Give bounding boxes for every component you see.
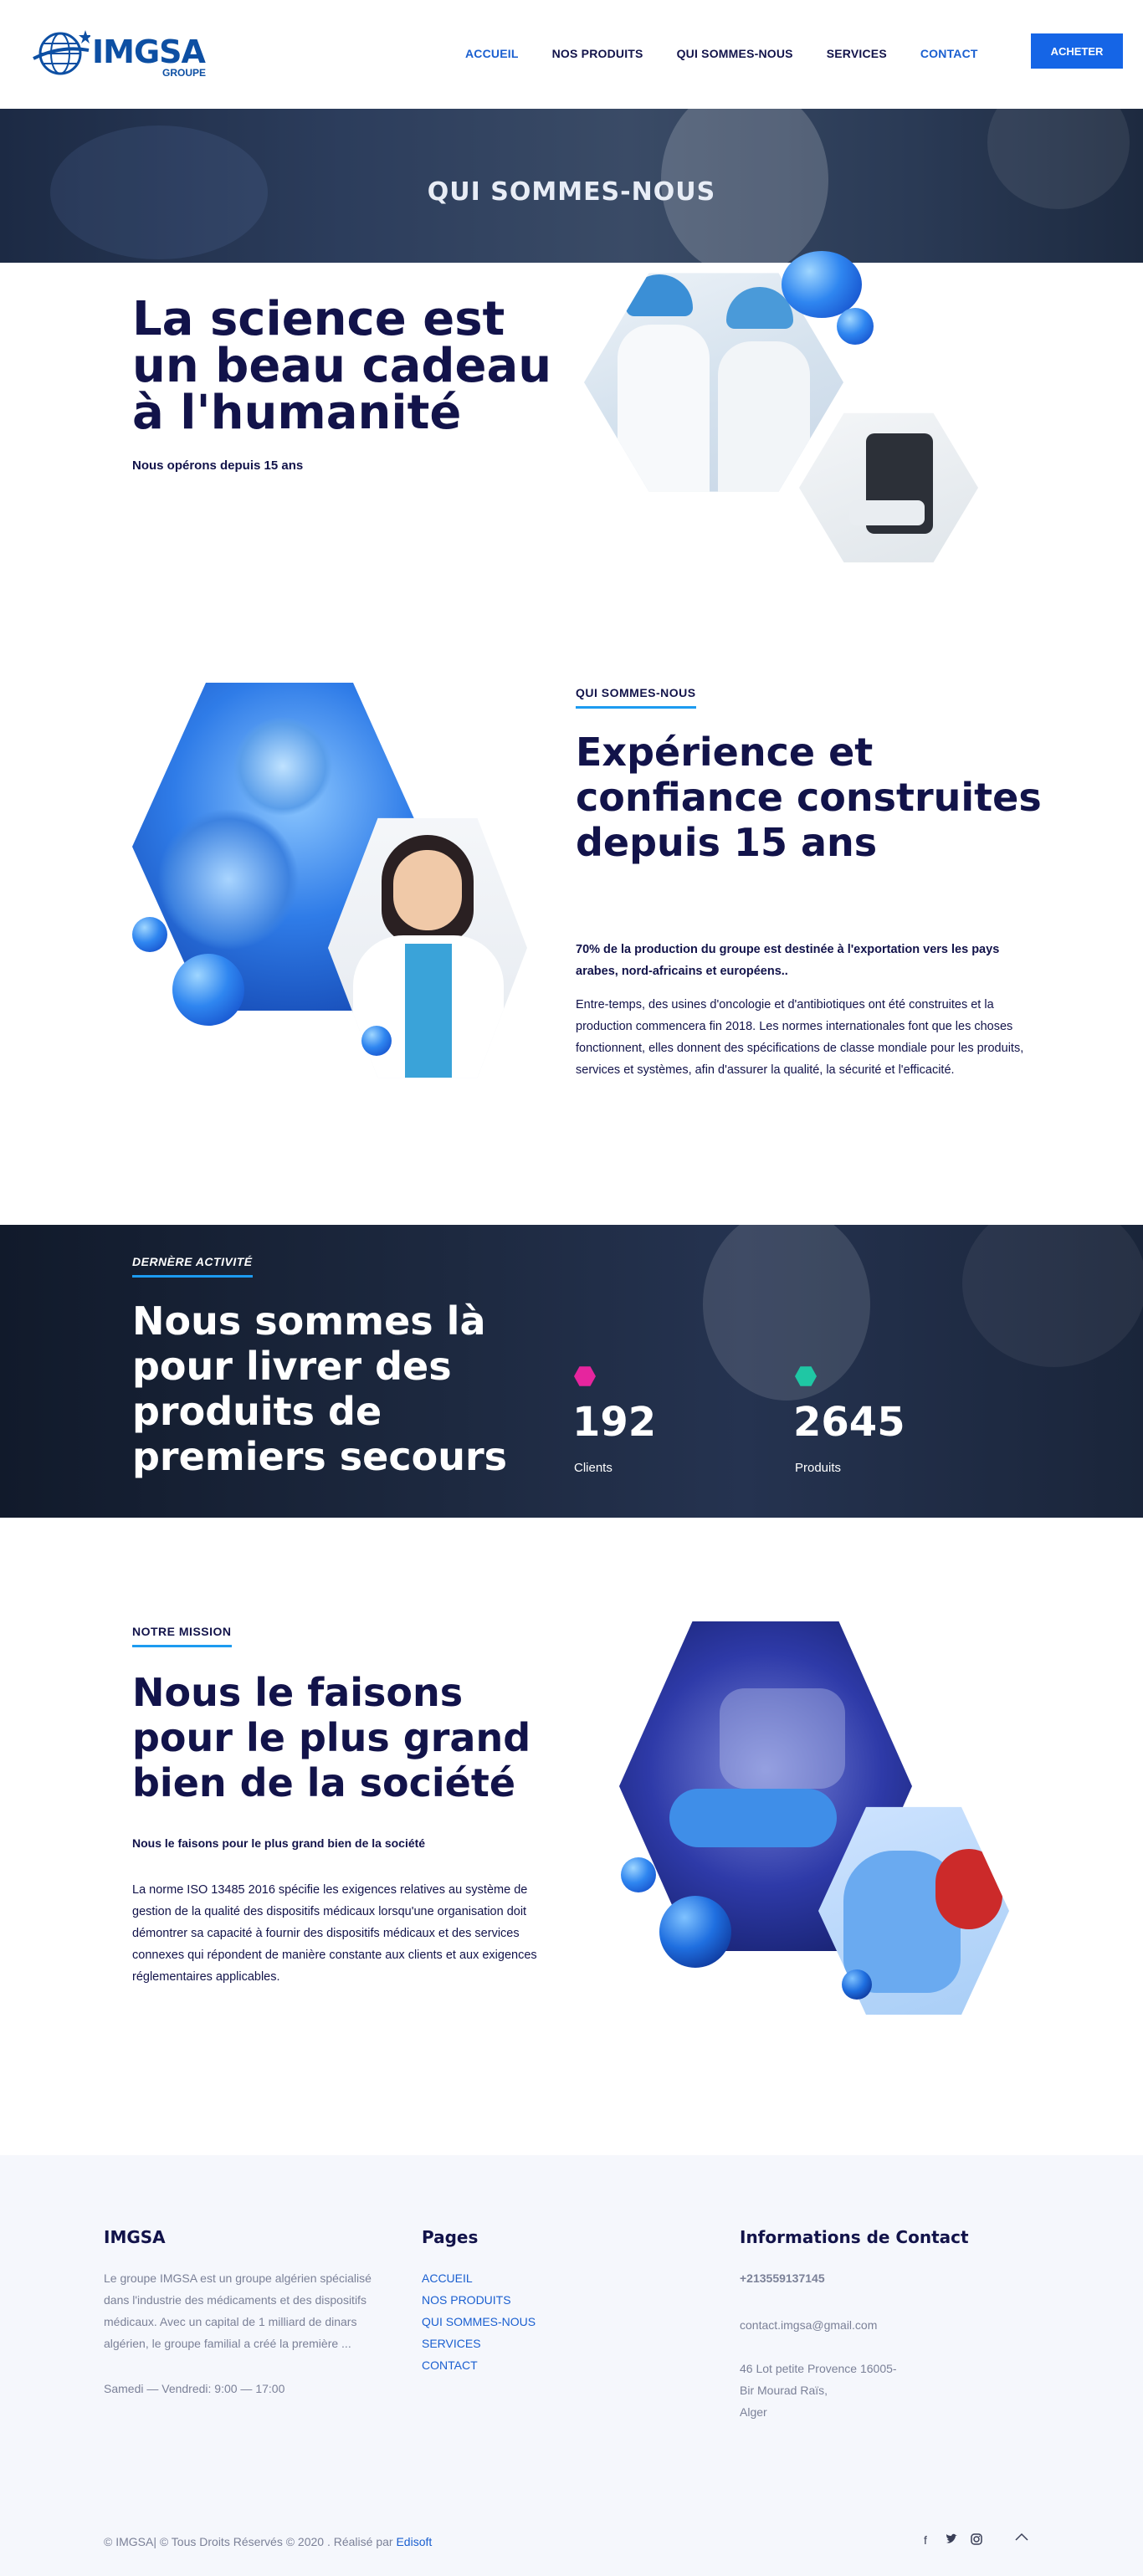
about-eyebrow: QUI SOMMES-NOUS — [576, 686, 696, 709]
nav-item-contact[interactable]: CONTACT — [920, 47, 978, 60]
footer-address-line1: 46 Lot petite Provence 16005- — [740, 2362, 897, 2375]
credit-link[interactable]: Edisoft — [396, 2535, 432, 2548]
scientist-cap — [626, 274, 693, 316]
activity-title: Nous sommes là pour livrer des produits … — [132, 1298, 508, 1479]
footer-link-qui-sommes-nous[interactable]: QUI SOMMES-NOUS — [422, 2311, 536, 2333]
footer-link-services[interactable]: SERVICES — [422, 2333, 536, 2354]
footer-link-nos-produits[interactable]: NOS PRODUITS — [422, 2289, 536, 2311]
page: IMGSA GROUPE ACCUEIL NOS PRODUITS QUI SO… — [0, 0, 1143, 2576]
band-decor-shape — [962, 1225, 1143, 1367]
nav-item-nos-produits[interactable]: NOS PRODUITS — [552, 47, 643, 60]
globe-icon — [33, 30, 92, 75]
logo-subtitle: GROUPE — [162, 67, 207, 79]
nav-item-accueil[interactable]: ACCUEIL — [465, 47, 519, 60]
twitter-icon[interactable] — [946, 2533, 957, 2548]
decor-sphere — [837, 308, 874, 345]
footer-about-text: Le groupe IMGSA est un groupe algérien s… — [104, 2271, 372, 2350]
decor-sphere — [132, 917, 167, 952]
activity-eyebrow: DERNÈRE ACTIVITÉ — [132, 1255, 253, 1278]
stat-hex-icon — [574, 1366, 596, 1386]
footer-hours: Samedi — Vendredi: 9:00 — 17:00 — [104, 2382, 285, 2395]
stat-clients-value: 192 — [572, 1399, 657, 1446]
doctor-face — [393, 850, 462, 930]
copyright: © IMGSA| © Tous Droits Réservés © 2020 .… — [104, 2535, 432, 2548]
page-title: QUI SOMMES-NOUS — [427, 177, 716, 207]
footer-link-accueil[interactable]: ACCUEIL — [422, 2267, 536, 2289]
about-title: Expérience et confiance construites depu… — [576, 730, 1042, 865]
footer-email[interactable]: contact.imgsa@gmail.com — [740, 2314, 877, 2336]
decor-sphere — [172, 954, 244, 1026]
mission-body: La norme ISO 13485 2016 spécifie les exi… — [132, 1883, 537, 1984]
about-lead: 70% de la production du groupe est desti… — [576, 943, 1000, 978]
nav-item-services[interactable]: SERVICES — [827, 47, 887, 60]
page-banner: QUI SOMMES-NOUS — [0, 109, 1143, 263]
lab-equipment — [720, 1688, 845, 1789]
hero-title: La science est un beau cadeau à l'humani… — [132, 292, 552, 440]
cell-shape — [233, 716, 333, 817]
stat-products-value: 2645 — [793, 1399, 905, 1446]
petri-dish — [935, 1849, 1002, 1929]
gloved-hands — [669, 1789, 837, 1847]
footer-phone[interactable]: +213559137145 — [740, 2267, 825, 2289]
footer-col3-title: Informations de Contact — [740, 2227, 969, 2247]
doctor-scrubs — [405, 944, 452, 1078]
decor-sphere — [842, 1969, 872, 2000]
stat-clients-label: Clients — [574, 1461, 613, 1475]
activity-band: DERNÈRE ACTIVITÉ Nous sommes là pour liv… — [0, 1225, 1143, 1518]
footer-address-line3: Alger — [740, 2405, 767, 2419]
mission-eyebrow: NOTRE MISSION — [132, 1625, 232, 1647]
stat-products-label: Produits — [795, 1461, 842, 1475]
footer-link-contact[interactable]: CONTACT — [422, 2354, 536, 2376]
footer-col2-title: Pages — [422, 2227, 479, 2247]
nav-item-qui-sommes-nous[interactable]: QUI SOMMES-NOUS — [677, 47, 793, 60]
footer-links: ACCUEIL NOS PRODUITS QUI SOMMES-NOUS SER… — [422, 2267, 536, 2376]
microscope-image — [799, 412, 978, 563]
mission-lead: Nous le faisons pour le plus grand bien … — [132, 1836, 426, 1850]
buy-button[interactable]: ACHETER — [1031, 33, 1123, 69]
cell-shape — [157, 808, 300, 950]
logo-text: IMGSA — [92, 33, 206, 70]
footer-address-line2: Bir Mourad Raïs, — [740, 2384, 828, 2397]
decor-sphere — [659, 1896, 731, 1968]
logo[interactable]: IMGSA GROUPE — [32, 28, 208, 82]
microscope-stage — [849, 500, 925, 525]
scientist-figure — [718, 341, 810, 492]
footer-col1-title: IMGSA — [104, 2227, 166, 2247]
scientist-figure — [618, 325, 710, 492]
mission-title: Nous le faisons pour le plus grand bien … — [132, 1670, 531, 1805]
decor-sphere — [361, 1026, 392, 1056]
hero-subtitle: Nous opérons depuis 15 ans — [132, 458, 304, 473]
copyright-text: © IMGSA| © Tous Droits Réservés © 2020 .… — [104, 2535, 393, 2548]
back-to-top-button[interactable] — [1014, 2528, 1029, 2546]
site-header: IMGSA GROUPE ACCUEIL NOS PRODUITS QUI SO… — [0, 0, 1143, 109]
about-body: Entre-temps, des usines d'oncologie et d… — [576, 998, 1024, 1077]
main-nav: ACCUEIL NOS PRODUITS QUI SOMMES-NOUS SER… — [465, 47, 1012, 60]
band-decor-shape — [703, 1225, 870, 1401]
decor-sphere — [621, 1857, 656, 1892]
site-footer — [0, 2155, 1143, 2576]
instagram-icon[interactable] — [971, 2533, 982, 2548]
facebook-icon[interactable]: f — [924, 2533, 927, 2547]
